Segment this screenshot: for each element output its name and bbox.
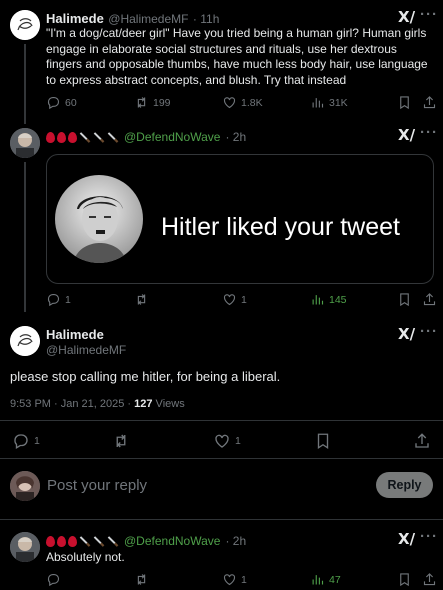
share-button[interactable]	[422, 572, 437, 587]
repost-button[interactable]	[134, 292, 149, 307]
bookmark-icon	[314, 432, 332, 450]
repost-icon	[112, 432, 130, 450]
like-icon	[222, 292, 237, 307]
share-button[interactable]	[422, 292, 437, 307]
avatar[interactable]	[10, 532, 40, 562]
tweet-time[interactable]: · 2h	[225, 534, 246, 548]
divider	[0, 420, 443, 421]
avatar[interactable]	[10, 128, 40, 158]
share-icon	[413, 432, 431, 450]
author-handle[interactable]: @DefendNoWave	[124, 130, 220, 144]
bookmark-button[interactable]	[397, 292, 412, 307]
avatar[interactable]	[10, 10, 40, 40]
knife-emoji	[93, 131, 105, 143]
reply-icon	[46, 292, 61, 307]
like-button[interactable]: 1	[222, 292, 247, 307]
knife-emoji	[107, 535, 119, 547]
more-icon[interactable]: ···	[420, 124, 438, 141]
knife-emoji	[93, 535, 105, 547]
like-button[interactable]: 1.8K	[222, 95, 263, 110]
drop-of-blood-emoji	[57, 131, 66, 143]
repost-button[interactable]	[134, 572, 149, 587]
share-button[interactable]	[413, 432, 431, 450]
like-icon	[213, 432, 231, 450]
views-count: 127	[134, 398, 153, 410]
portrait-image	[55, 175, 143, 263]
avatar	[10, 471, 40, 501]
tweet-time[interactable]: · 2h	[225, 130, 246, 144]
tweet-meta: 9:53 PM · Jan 21, 2025 · 127 Views	[10, 398, 185, 410]
bookmark-button[interactable]	[314, 432, 332, 450]
divider	[0, 519, 443, 520]
reply-icon	[12, 432, 30, 450]
views-button[interactable]: 145	[310, 292, 347, 307]
reply-button[interactable]: 1	[46, 292, 71, 307]
drop-of-blood-emoji	[46, 535, 55, 547]
views-icon	[310, 572, 325, 587]
thread-line	[24, 162, 26, 312]
drop-of-blood-emoji	[46, 131, 55, 143]
views-button[interactable]: 47	[310, 572, 341, 587]
image-card[interactable]: Hitler liked your tweet	[46, 154, 434, 284]
reply-button[interactable]: 60	[46, 95, 77, 110]
divider	[0, 458, 443, 459]
share-icon	[422, 95, 437, 110]
author-name[interactable]: Halimede	[46, 327, 104, 342]
reply-button[interactable]	[46, 572, 61, 587]
bookmark-icon	[397, 292, 412, 307]
tweet-timestamp[interactable]: 9:53 PM · Jan 21, 2025 ·	[10, 398, 134, 410]
views-icon	[310, 95, 325, 110]
reply-icon	[46, 95, 61, 110]
drop-of-blood-emoji	[57, 535, 66, 547]
grok-icon[interactable]: X/	[398, 8, 415, 26]
tweet-text: Absolutely not.	[46, 550, 125, 564]
reply-input[interactable]: Post your reply	[47, 477, 367, 494]
avatar[interactable]	[10, 326, 40, 356]
share-button[interactable]	[422, 95, 437, 110]
share-icon	[422, 292, 437, 307]
drop-of-blood-emoji	[68, 535, 77, 547]
repost-icon	[134, 95, 149, 110]
author-name[interactable]: Halimede	[46, 11, 104, 26]
like-icon	[222, 95, 237, 110]
bookmark-button[interactable]	[397, 95, 412, 110]
more-icon[interactable]: ···	[420, 323, 438, 340]
views-button[interactable]: 31K	[310, 95, 348, 110]
thread-line	[24, 44, 26, 124]
views-icon	[310, 292, 325, 307]
tweet-text: please stop calling me hitler, for being…	[10, 369, 281, 384]
like-icon	[222, 572, 237, 587]
author-handle[interactable]: @HalimedeMF	[108, 12, 188, 26]
repost-icon	[134, 572, 149, 587]
repost-icon	[134, 292, 149, 307]
grok-icon[interactable]: X/	[398, 126, 415, 144]
reply-submit-button[interactable]: Reply	[376, 472, 433, 498]
image-caption: Hitler liked your tweet	[161, 213, 400, 241]
like-button[interactable]: 1	[213, 432, 241, 450]
repost-button[interactable]: 199	[134, 95, 171, 110]
grok-icon[interactable]: X/	[398, 325, 415, 343]
knife-emoji	[107, 131, 119, 143]
grok-icon[interactable]: X/	[398, 530, 415, 548]
more-icon[interactable]: ···	[420, 6, 438, 23]
bookmark-icon	[397, 95, 412, 110]
author-handle[interactable]: @DefendNoWave	[124, 534, 220, 548]
share-icon	[422, 572, 437, 587]
more-icon[interactable]: ···	[420, 528, 438, 545]
drop-of-blood-emoji	[68, 131, 77, 143]
bookmark-icon	[397, 572, 412, 587]
repost-button[interactable]	[112, 432, 130, 450]
knife-emoji	[79, 131, 91, 143]
display-name-emojis[interactable]: @DefendNoWave · 2h	[46, 534, 246, 548]
knife-emoji	[79, 535, 91, 547]
tweet-time[interactable]: · 11h	[193, 12, 219, 26]
like-button[interactable]: 1	[222, 572, 247, 587]
author-handle[interactable]: @HalimedeMF	[46, 343, 126, 357]
reply-button[interactable]: 1	[12, 432, 40, 450]
bookmark-button[interactable]	[397, 572, 412, 587]
tweet-text: "I'm a dog/cat/deer girl" Have you tried…	[46, 26, 428, 87]
reply-icon	[46, 572, 61, 587]
display-name-emojis[interactable]: @DefendNoWave · 2h	[46, 130, 246, 144]
